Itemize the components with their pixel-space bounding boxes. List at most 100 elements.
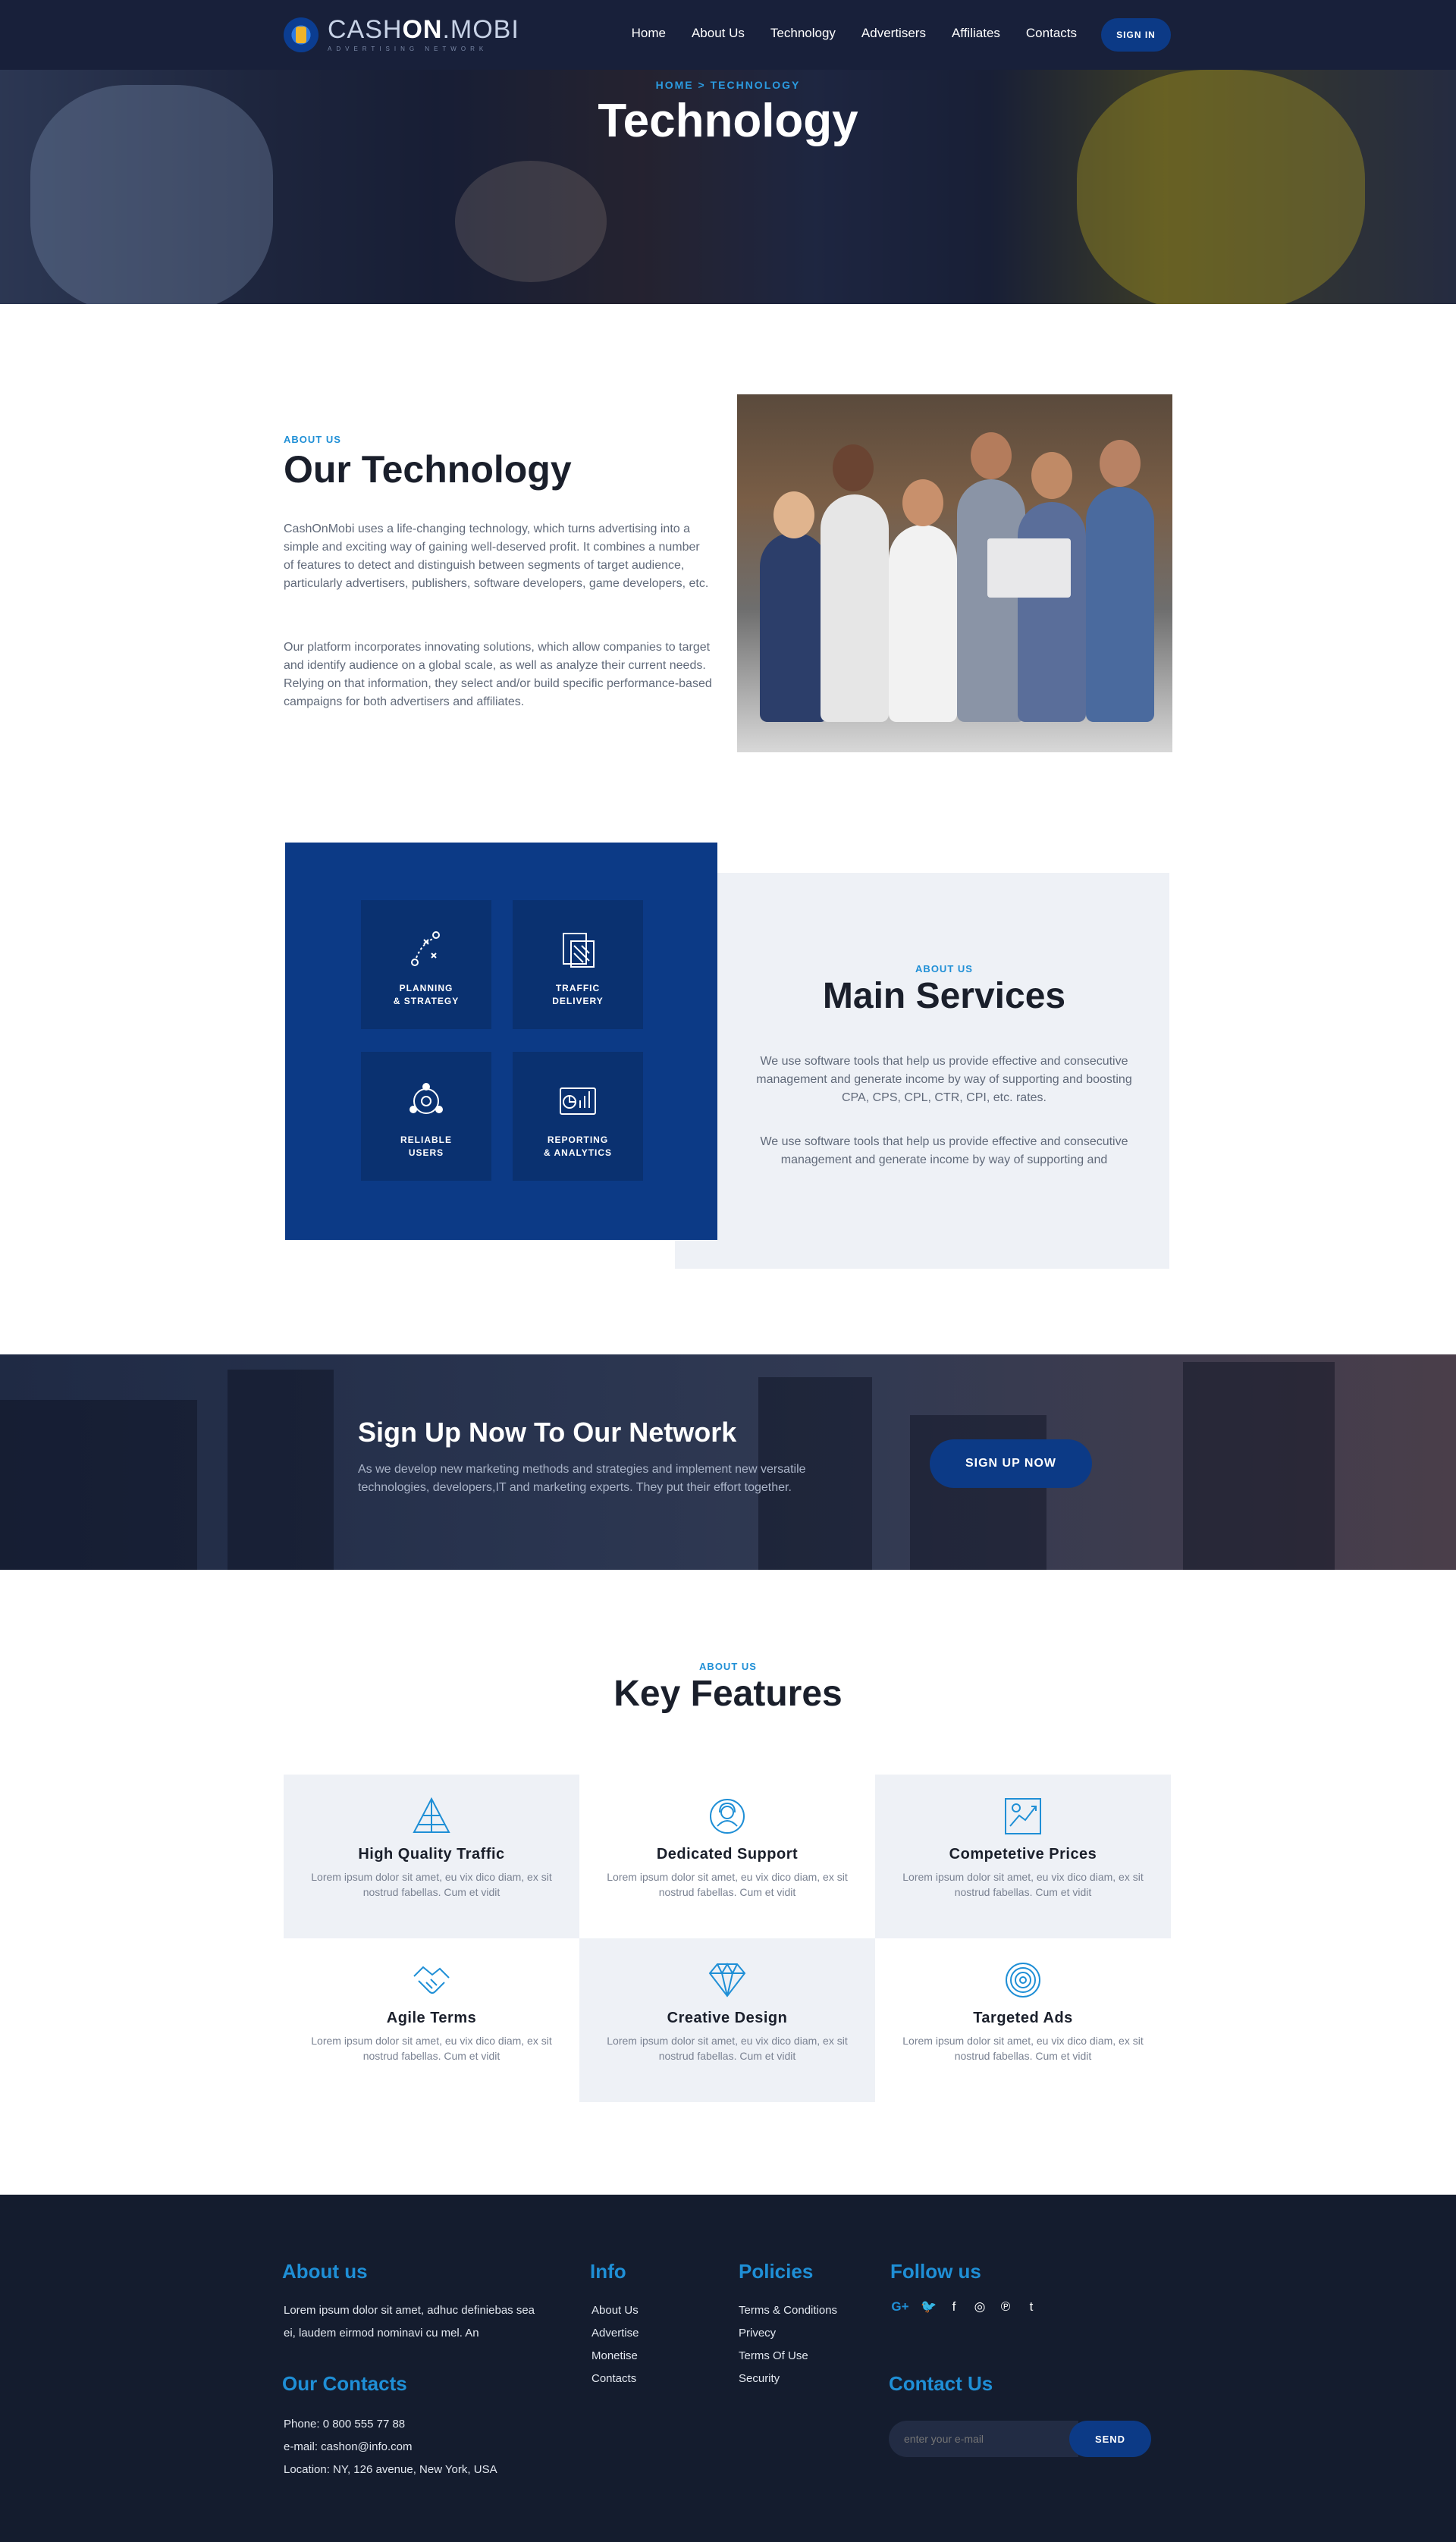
footer-info-links: About Us Advertise Monetise Contacts: [592, 2299, 639, 2390]
footer-contacts-heading: Our Contacts: [282, 2372, 407, 2395]
services-title: Main Services: [822, 976, 1066, 1016]
service-tile-label: PLANNING & STRATEGY: [393, 983, 460, 1006]
sign-up-now-button[interactable]: SIGN UP NOW: [930, 1439, 1092, 1488]
signup-text: As we develop new marketing methods and …: [358, 1463, 806, 1494]
service-tile-label: RELIABLE USERS: [400, 1134, 452, 1158]
footer-link-monetise[interactable]: Monetise: [592, 2345, 639, 2368]
tumblr-icon[interactable]: t: [1024, 2299, 1039, 2314]
logo-tagline: ADVERTISING NETWORK: [328, 46, 488, 52]
footer-location: Location: NY, 126 avenue, New York, USA: [284, 2463, 497, 2476]
footer-link-terms-of-use[interactable]: Terms Of Use: [739, 2345, 837, 2368]
newsletter-email-input[interactable]: [889, 2421, 1078, 2457]
feature-card: Competetive Prices Lorem ipsum dolor sit…: [875, 1775, 1171, 1938]
footer-link-about-us[interactable]: About Us: [592, 2299, 639, 2322]
footer-policies-heading: Policies: [739, 2260, 814, 2283]
footer-link-privacy[interactable]: Privecy: [739, 2322, 837, 2345]
services-paragraph: We use software tools that help us provi…: [760, 1135, 1128, 1166]
feature-title: Creative Design: [667, 2010, 788, 2026]
feature-card: High Quality Traffic Lorem ipsum dolor s…: [284, 1775, 579, 1938]
footer-about-text: Lorem ipsum dolor sit amet, adhuc defini…: [284, 2304, 535, 2340]
facebook-icon[interactable]: f: [946, 2299, 962, 2314]
twitter-icon[interactable]: 🐦: [921, 2299, 937, 2314]
features-eyebrow: ABOUT US: [699, 1661, 757, 1672]
nav-advertisers[interactable]: Advertisers: [861, 26, 926, 41]
feature-desc: Lorem ipsum dolor sit amet, eu vix dico …: [607, 1871, 848, 1898]
footer-link-contacts[interactable]: Contacts: [592, 2368, 639, 2390]
footer-about-heading: About us: [282, 2260, 368, 2283]
instagram-icon[interactable]: ◎: [972, 2299, 987, 2314]
service-tile-analytics[interactable]: REPORTING & ANALYTICS: [513, 1052, 643, 1181]
about-paragraph: Our platform incorporates innovating sol…: [284, 641, 712, 708]
feature-title: Targeted Ads: [973, 2010, 1073, 2026]
footer-link-security[interactable]: Security: [739, 2368, 837, 2390]
features-title: Key Features: [613, 1674, 843, 1714]
feature-desc: Lorem ipsum dolor sit amet, eu vix dico …: [902, 2035, 1144, 2062]
about-title: Our Technology: [284, 448, 572, 491]
feature-title: High Quality Traffic: [358, 1846, 505, 1863]
feature-card: Targeted Ads Lorem ipsum dolor sit amet,…: [875, 1938, 1171, 2102]
site-footer: [0, 2195, 1456, 2542]
signup-title: Sign Up Now To Our Network: [358, 1417, 737, 1448]
analytics-icon: [560, 1087, 596, 1115]
services-eyebrow: ABOUT US: [915, 963, 973, 974]
google-plus-icon[interactable]: G+: [890, 2299, 910, 2314]
service-tile-traffic[interactable]: TRAFFIC DELIVERY: [513, 900, 643, 1029]
logo-icon: [284, 17, 318, 52]
support-agent-icon: [710, 1799, 745, 1834]
service-tile-users[interactable]: RELIABLE USERS: [361, 1052, 491, 1181]
pinterest-icon[interactable]: ℗: [998, 2299, 1013, 2314]
newsletter-send-button[interactable]: SEND: [1069, 2421, 1151, 2457]
footer-info-heading: Info: [590, 2260, 626, 2283]
service-tile-label: REPORTING & ANALYTICS: [543, 1134, 613, 1158]
target-icon: [1006, 1963, 1040, 1998]
social-links: G+ 🐦 f ◎ ℗ t: [890, 2299, 1039, 2314]
feature-card: Creative Design Lorem ipsum dolor sit am…: [579, 1938, 875, 2102]
pyramid-icon: [413, 1797, 450, 1833]
feature-card: Agile Terms Lorem ipsum dolor sit amet, …: [284, 1938, 579, 2102]
feature-title: Agile Terms: [386, 2010, 477, 2026]
footer-follow-heading: Follow us: [890, 2260, 981, 2283]
about-paragraph: CashOnMobi uses a life-changing technolo…: [284, 523, 709, 590]
nav-about-us[interactable]: About Us: [692, 26, 745, 41]
users-network-icon: [410, 1083, 443, 1114]
nav-affiliates[interactable]: Affiliates: [952, 26, 1000, 41]
footer-link-terms-conditions[interactable]: Terms & Conditions: [739, 2299, 837, 2322]
team-photo: [737, 394, 1172, 752]
site-header: CASHON.MOBI ADVERTISING NETWORK Home Abo…: [0, 0, 1456, 70]
logo-text-on: ON: [402, 15, 443, 44]
nav-contacts[interactable]: Contacts: [1026, 26, 1077, 41]
about-eyebrow: ABOUT US: [284, 434, 341, 445]
logo-text-mobi: .MOBI: [442, 15, 519, 44]
breadcrumb[interactable]: HOME > TECHNOLOGY: [0, 79, 1456, 91]
logo[interactable]: CASHON.MOBI ADVERTISING NETWORK: [284, 17, 519, 52]
footer-email[interactable]: e-mail: cashon@info.com: [284, 2436, 497, 2459]
nav-technology[interactable]: Technology: [770, 26, 836, 41]
footer-phone: Phone: 0 800 555 77 88: [284, 2418, 406, 2431]
feature-desc: Lorem ipsum dolor sit amet, eu vix dico …: [311, 2035, 552, 2062]
footer-link-advertise[interactable]: Advertise: [592, 2322, 639, 2345]
feature-title: Competetive Prices: [949, 1846, 1097, 1863]
main-nav: Home About Us Technology Advertisers Aff…: [632, 26, 1077, 41]
strategy-icon: [411, 931, 440, 966]
sign-in-button[interactable]: SIGN IN: [1101, 18, 1171, 52]
logo-wordmark: CASHON.MOBI ADVERTISING NETWORK: [328, 17, 519, 52]
footer-contact-details: Phone: 0 800 555 77 88 e-mail: cashon@in…: [284, 2413, 497, 2481]
feature-desc: Lorem ipsum dolor sit amet, eu vix dico …: [311, 1871, 552, 1898]
hero-photo-shape: [455, 161, 607, 282]
nav-home[interactable]: Home: [632, 26, 666, 41]
diamond-icon: [708, 1963, 746, 1998]
feature-title: Dedicated Support: [656, 1846, 799, 1863]
feature-desc: Lorem ipsum dolor sit amet, eu vix dico …: [607, 2035, 848, 2062]
services-tiles-panel: PLANNING & STRATEGY TRAFFIC DELIVERY REL…: [285, 843, 717, 1240]
footer-contact-us-heading: Contact Us: [889, 2372, 993, 2395]
footer-policies-links: Terms & Conditions Privecy Terms Of Use …: [739, 2299, 837, 2390]
service-tile-label: TRAFFIC DELIVERY: [552, 983, 604, 1006]
logo-text-cash: CASH: [328, 15, 403, 44]
page-title: Technology: [598, 95, 858, 147]
feature-desc: Lorem ipsum dolor sit amet, eu vix dico …: [902, 1871, 1144, 1898]
feature-card: Dedicated Support Lorem ipsum dolor sit …: [579, 1775, 875, 1938]
handshake-icon: [413, 1966, 450, 1994]
traffic-icon: [563, 933, 595, 968]
services-paragraph: We use software tools that help us provi…: [756, 1055, 1132, 1104]
service-tile-planning[interactable]: PLANNING & STRATEGY: [361, 900, 491, 1029]
